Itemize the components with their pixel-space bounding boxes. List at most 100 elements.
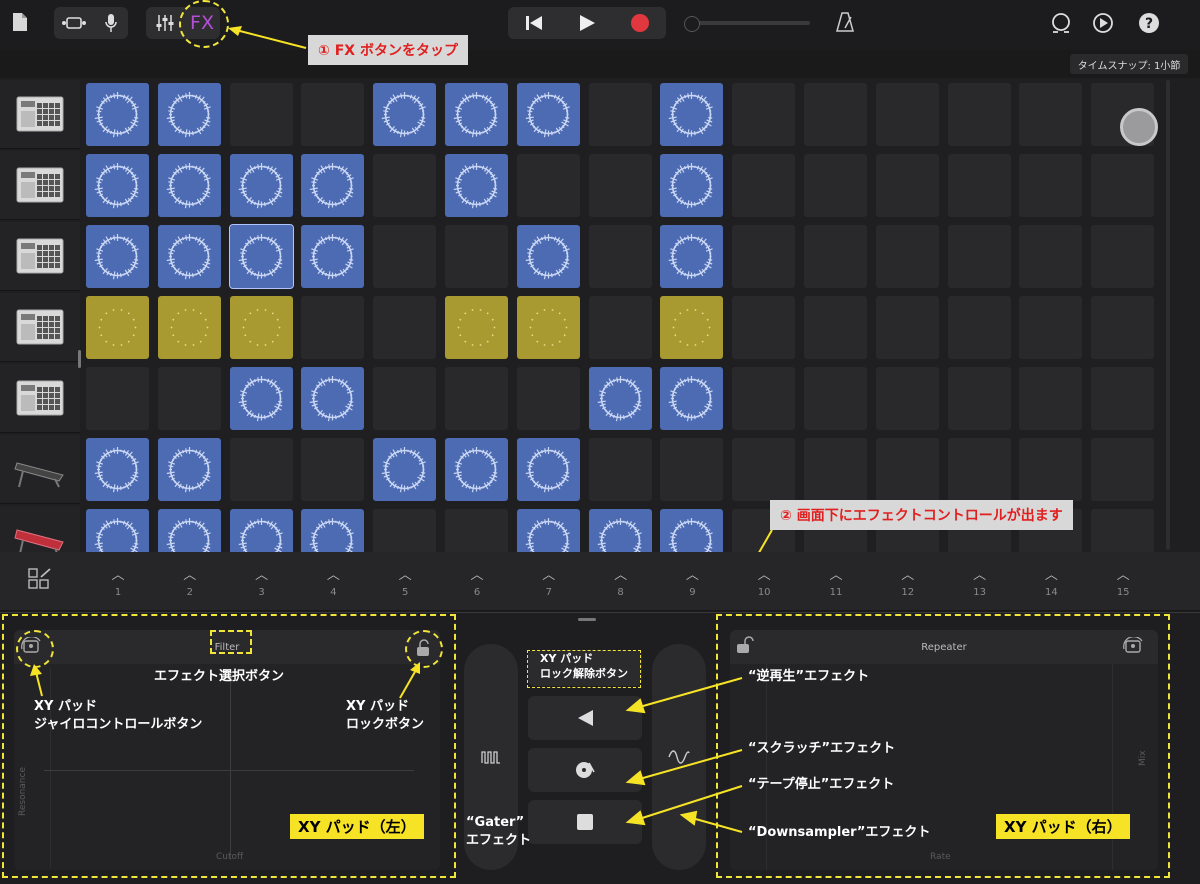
scroll-knob[interactable] — [1120, 108, 1158, 146]
column-trigger[interactable]: ︿ 5 — [370, 552, 440, 610]
loop-cell[interactable] — [588, 225, 652, 288]
loop-cell[interactable] — [875, 438, 939, 501]
loop-cell[interactable] — [516, 438, 580, 501]
time-snap-button[interactable]: タイムスナップ: 1小節 — [1070, 54, 1188, 74]
loop-cell[interactable] — [373, 367, 437, 430]
loop-cell[interactable] — [86, 296, 149, 359]
loop-cell[interactable] — [445, 296, 508, 359]
loop-cell[interactable] — [947, 367, 1011, 430]
loop-cell[interactable] — [804, 438, 867, 501]
loop-cell[interactable] — [157, 296, 221, 359]
loop-cell[interactable] — [229, 367, 293, 430]
loop-cell[interactable] — [588, 154, 652, 217]
instrument-keyboard-synth-icon[interactable] — [0, 435, 80, 504]
loop-cell[interactable] — [86, 154, 149, 217]
loop-cell[interactable] — [804, 296, 867, 359]
loop-cell[interactable] — [1019, 225, 1083, 288]
loop-cell[interactable] — [229, 296, 293, 359]
column-trigger[interactable]: ︿ 6 — [442, 552, 512, 610]
loop-cell[interactable] — [86, 225, 149, 288]
loop-cell[interactable] — [445, 83, 508, 146]
loop-cell[interactable] — [86, 83, 149, 146]
loop-cell[interactable] — [732, 367, 796, 430]
column-trigger[interactable]: ︿ 3 — [227, 552, 297, 610]
loop-cell[interactable] — [157, 154, 221, 217]
loop-cell[interactable] — [373, 83, 437, 146]
loop-cell[interactable] — [516, 225, 580, 288]
instrument-drum-machine-icon[interactable] — [0, 151, 80, 220]
column-trigger[interactable]: ︿ 15 — [1088, 552, 1158, 610]
loop-cell[interactable] — [875, 296, 939, 359]
loop-cell[interactable] — [732, 438, 796, 501]
loop-cell[interactable] — [804, 367, 867, 430]
loop-cell[interactable] — [373, 438, 437, 501]
loop-cell[interactable] — [875, 154, 939, 217]
loop-cell[interactable] — [445, 225, 508, 288]
loop-cell[interactable] — [732, 296, 796, 359]
loop-cell[interactable] — [1091, 225, 1155, 288]
loop-cell[interactable] — [875, 367, 939, 430]
loop-cell[interactable] — [732, 225, 796, 288]
metronome-icon[interactable] — [836, 12, 854, 36]
loop-cell[interactable] — [732, 83, 796, 146]
loop-cell[interactable] — [157, 83, 221, 146]
column-trigger[interactable]: ︿ 10 — [729, 552, 799, 610]
loop-cell[interactable] — [588, 367, 652, 430]
loop-cell[interactable] — [947, 225, 1011, 288]
loop-cell[interactable] — [1091, 154, 1155, 217]
loop-cell[interactable] — [947, 83, 1011, 146]
loop-cell[interactable] — [516, 367, 580, 430]
loop-cell[interactable] — [373, 154, 437, 217]
loop-cell[interactable] — [229, 438, 293, 501]
loop-cell[interactable] — [875, 83, 939, 146]
loop-cell[interactable] — [445, 438, 508, 501]
loop-cell[interactable] — [660, 83, 724, 146]
loop-cell[interactable] — [445, 154, 508, 217]
loop-cell[interactable] — [875, 225, 939, 288]
loop-cell[interactable] — [732, 154, 796, 217]
playhead-slider[interactable] — [684, 16, 814, 32]
loop-cell[interactable] — [804, 154, 867, 217]
mixer-icon[interactable] — [148, 7, 182, 39]
column-trigger[interactable]: ︿ 11 — [801, 552, 871, 610]
loop-cell[interactable] — [228, 224, 294, 289]
instrument-drum-machine-icon[interactable] — [0, 364, 80, 433]
loop-cell[interactable] — [660, 296, 724, 359]
play-icon[interactable] — [561, 7, 613, 39]
rewind-icon[interactable] — [508, 7, 560, 39]
loop-cell[interactable] — [373, 296, 437, 359]
loop-cell[interactable] — [588, 296, 652, 359]
loop-cell[interactable] — [804, 83, 867, 146]
settings-icon[interactable] — [1092, 12, 1114, 38]
loop-cell[interactable] — [157, 367, 221, 430]
loop-cell[interactable] — [1019, 367, 1083, 430]
instrument-drum-machine-icon[interactable] — [0, 222, 80, 291]
loop-cell[interactable] — [947, 154, 1011, 217]
document-icon[interactable] — [12, 12, 28, 36]
column-trigger[interactable]: ︿ 8 — [586, 552, 656, 610]
loop-cell[interactable] — [86, 367, 149, 430]
resize-handle[interactable] — [78, 350, 81, 368]
loop-cell[interactable] — [660, 367, 724, 430]
loop-cell[interactable] — [373, 225, 437, 288]
column-trigger[interactable]: ︿ 12 — [873, 552, 943, 610]
edit-grid-icon[interactable] — [28, 568, 52, 596]
loop-cell[interactable] — [157, 225, 221, 288]
loop-cell[interactable] — [229, 154, 293, 217]
column-trigger[interactable]: ︿ 7 — [514, 552, 584, 610]
loop-cell[interactable] — [1091, 296, 1155, 359]
loop-cell[interactable] — [301, 438, 365, 501]
loop-cell[interactable] — [301, 367, 365, 430]
loop-cell[interactable] — [229, 83, 293, 146]
loop-cell[interactable] — [516, 296, 580, 359]
loop-cell[interactable] — [301, 296, 365, 359]
loop-cell[interactable] — [1091, 367, 1155, 430]
loop-cell[interactable] — [1019, 296, 1083, 359]
loop-cell[interactable] — [1091, 438, 1155, 501]
loop-cell[interactable] — [301, 154, 365, 217]
loop-cell[interactable] — [301, 83, 365, 146]
column-trigger[interactable]: ︿ 13 — [945, 552, 1015, 610]
column-trigger[interactable]: ︿ 1 — [83, 552, 153, 610]
scrollbar[interactable] — [1166, 80, 1170, 550]
loop-cell[interactable] — [157, 438, 221, 501]
